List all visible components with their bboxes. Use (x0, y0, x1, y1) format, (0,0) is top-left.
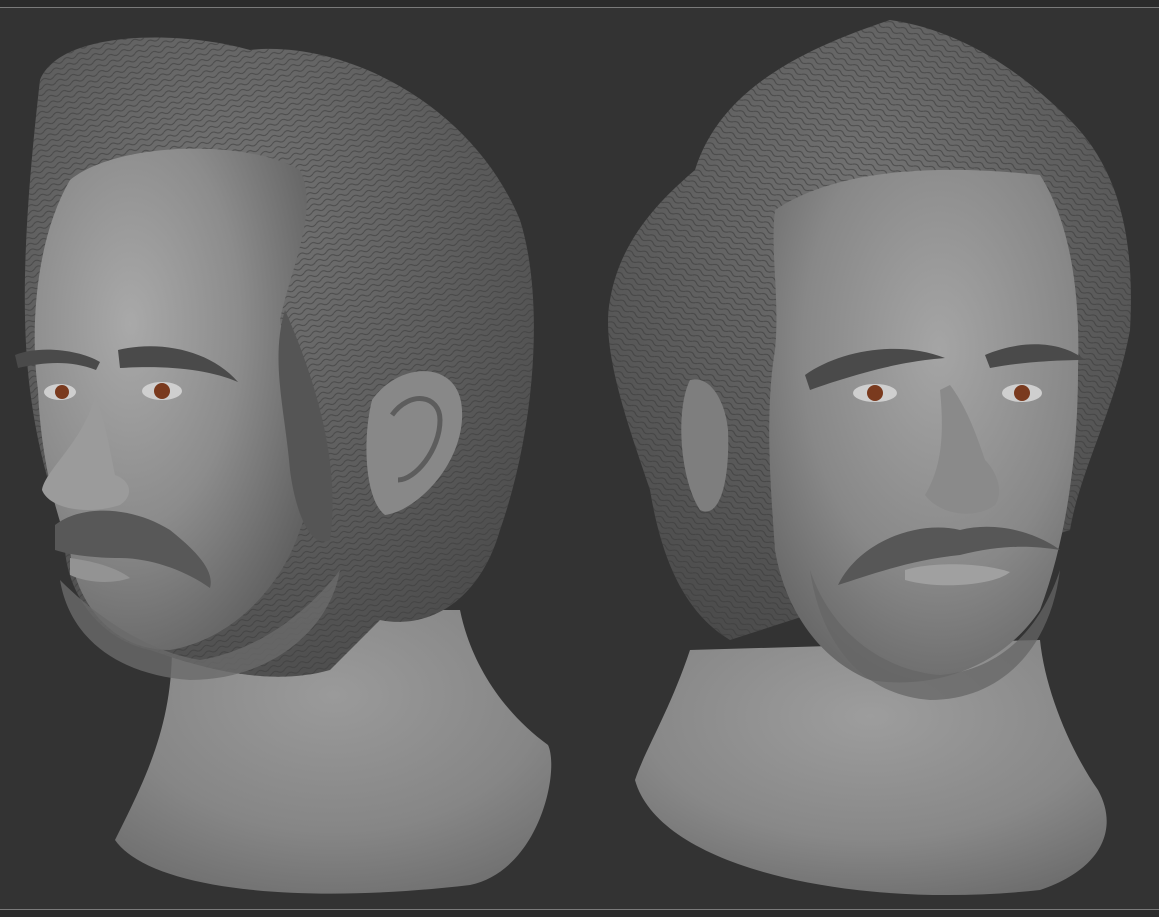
iris-left-2 (154, 383, 170, 399)
iris-right-1 (867, 385, 883, 401)
iris-right-2 (1014, 385, 1030, 401)
sculpt-viewport[interactable] (0, 0, 1159, 917)
head-sculpt-left[interactable] (0, 10, 570, 905)
head-sculpt-right[interactable] (600, 10, 1145, 905)
viewport-top-border (0, 0, 1159, 8)
iris-left-1 (55, 385, 69, 399)
viewport-bottom-border (0, 909, 1159, 917)
face-shape (769, 169, 1079, 683)
